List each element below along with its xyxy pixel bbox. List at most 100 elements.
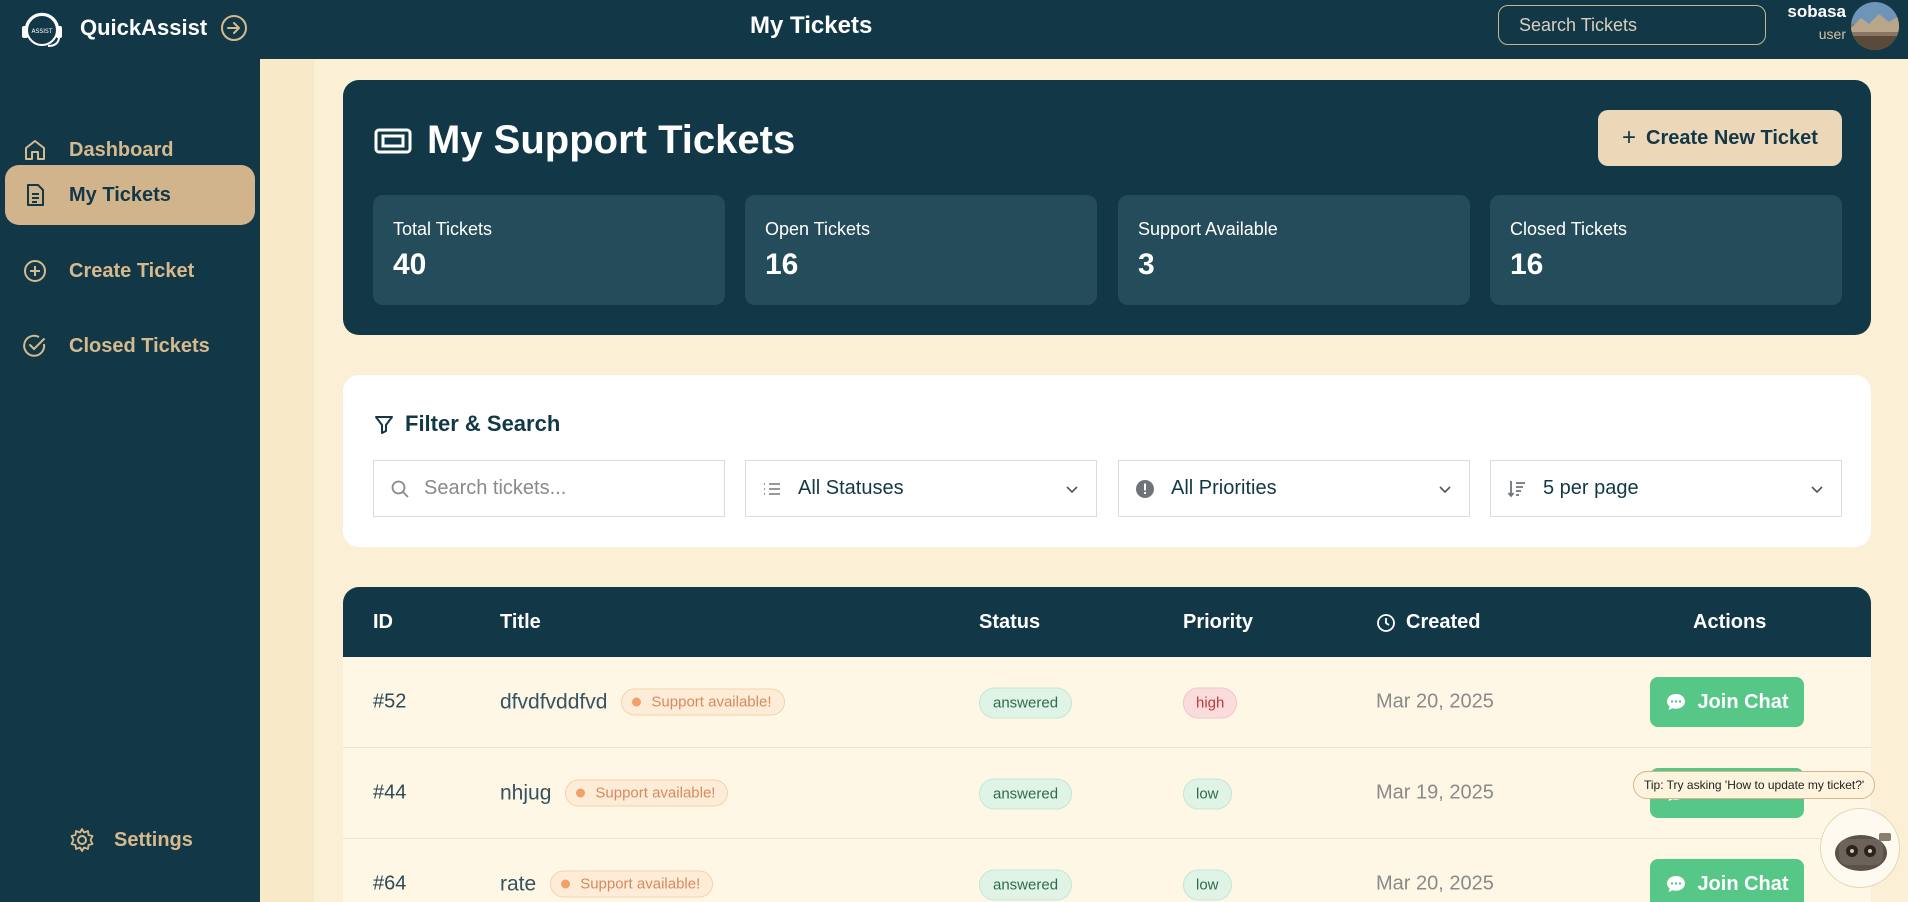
status-cell: answered [979,869,1073,901]
ticket-id: #52 [373,690,407,713]
priority-select[interactable]: All Priorities [1118,460,1470,517]
priority-cell: low [1183,869,1232,901]
priority-cell: high [1183,687,1238,719]
stat-value: 16 [765,248,799,281]
sidebar-item-closed-tickets[interactable]: Closed Tickets [5,317,255,375]
check-circle-icon [23,334,46,357]
header-search-input[interactable] [1498,5,1766,45]
sidebar: Dashboard My Tickets Create Ticket Close… [0,59,260,902]
created-date: Mar 20, 2025 [1376,690,1494,713]
sidebar-item-my-tickets[interactable]: My Tickets [5,165,255,225]
ticket-id: #44 [373,781,407,804]
stat-closed-tickets: Closed Tickets 16 [1490,195,1842,305]
dot-icon [632,697,642,707]
dot-icon [561,879,571,889]
per-page-select[interactable]: 5 per page [1490,460,1842,517]
settings-label: Settings [114,828,193,851]
created-date: Mar 20, 2025 [1376,872,1494,895]
sidebar-item-create-ticket[interactable]: Create Ticket [5,242,255,300]
sidebar-item-label: Closed Tickets [69,334,210,357]
per-page-select-value: 5 per page [1543,477,1639,499]
robot-icon [1835,833,1891,871]
table-header: ID Title Status Priority Created Actions [343,587,1871,657]
document-icon [27,184,44,206]
support-available-badge: Support available! [565,779,729,807]
header-created-label: Created [1406,611,1481,633]
ticket-title[interactable]: dfvdfvddfvd [500,690,607,714]
gear-icon [70,828,94,852]
header-title: Title [500,611,541,633]
stat-support-available: Support Available 3 [1118,195,1470,305]
home-icon [25,140,45,160]
stat-label: Open Tickets [765,219,871,239]
chevron-down-icon [1811,485,1823,493]
sidebar-item-label: Dashboard [69,138,174,161]
ticket-title[interactable]: nhjug [500,781,551,805]
sidebar-item-label: Create Ticket [69,259,195,282]
assistant-bot-button[interactable] [1820,808,1900,888]
status-select-value: All Statuses [798,477,904,499]
join-chat-button[interactable]: Join Chat [1650,859,1804,902]
settings-link[interactable]: Settings [68,826,193,854]
header-created: Created [1376,611,1480,634]
user-info[interactable]: sobasa user [1787,2,1846,42]
page-title: My Tickets [750,12,873,39]
main-shade [260,59,314,902]
badge-label: Support available! [580,875,701,893]
status-select[interactable]: All Statuses [745,460,1097,517]
tickets-table: ID Title Status Priority Created Actions… [343,587,1871,902]
arrow-right-circle-icon[interactable] [219,13,249,43]
join-chat-button[interactable]: Join Chat [1650,677,1804,727]
ticket-title[interactable]: rate [500,872,536,896]
ticket-title-cell: dfvdfvddfvd Support available! [500,688,785,716]
priority-badge: low [1183,778,1232,810]
stat-value: 16 [1510,248,1544,281]
stat-label: Closed Tickets [1510,219,1628,239]
clock-icon [1377,613,1395,632]
chat-icon [1667,694,1686,710]
actions-cell: Join Chat [1650,859,1804,902]
support-available-badge: Support available! [550,870,714,898]
stat-open-tickets: Open Tickets 16 [745,195,1097,305]
filter-title: Filter & Search [373,411,560,437]
header-actions: Actions [1693,611,1767,633]
create-button-label: Create New Ticket [1646,126,1818,149]
join-chat-label: Join Chat [1697,690,1789,713]
headset-logo-icon: ASSIST [22,12,62,47]
badge-label: Support available! [651,693,772,711]
alert-circle-icon [1136,479,1154,498]
filter-icon [375,416,393,434]
user-name: sobasa [1787,2,1846,21]
header-status: Status [979,611,1041,633]
sort-icon [1507,480,1525,497]
brand[interactable]: ASSIST QuickAssist [18,8,249,48]
create-new-ticket-button[interactable]: + Create New Ticket [1598,110,1842,166]
dot-icon [576,788,586,798]
avatar[interactable] [1851,2,1899,50]
stat-value: 40 [393,248,427,281]
chevron-down-icon [1066,485,1078,493]
badge-label: Support available! [595,784,716,802]
sidebar-item-label: My Tickets [69,183,171,206]
ticket-title-cell: rate Support available! [500,870,714,898]
ticket-title-cell: nhjug Support available! [500,779,729,807]
logo-text: ASSIST [32,28,53,35]
status-cell: answered [979,687,1073,719]
priority-badge: low [1183,869,1232,901]
priority-select-value: All Priorities [1171,477,1277,499]
table-row[interactable]: #52 dfvdfvddfvd Support available! answe… [343,657,1871,748]
status-badge: answered [979,687,1073,719]
top-bar: ASSIST QuickAssist My Tickets sobasa use… [0,0,1908,59]
created-date: Mar 19, 2025 [1376,781,1494,804]
table-row[interactable]: #64 rate Support available! answered low… [343,839,1871,902]
stat-label: Support Available [1138,219,1278,239]
header-id: ID [373,611,393,633]
ticket-search-input[interactable] [424,477,694,500]
user-role: user [1818,26,1846,42]
app-name: QuickAssist [80,15,208,40]
ticket-search-field[interactable] [373,460,725,517]
hero-title-text: My Support Tickets [427,118,796,162]
filter-title-text: Filter & Search [405,411,561,436]
chat-icon [1667,876,1686,892]
header-priority: Priority [1183,611,1254,633]
